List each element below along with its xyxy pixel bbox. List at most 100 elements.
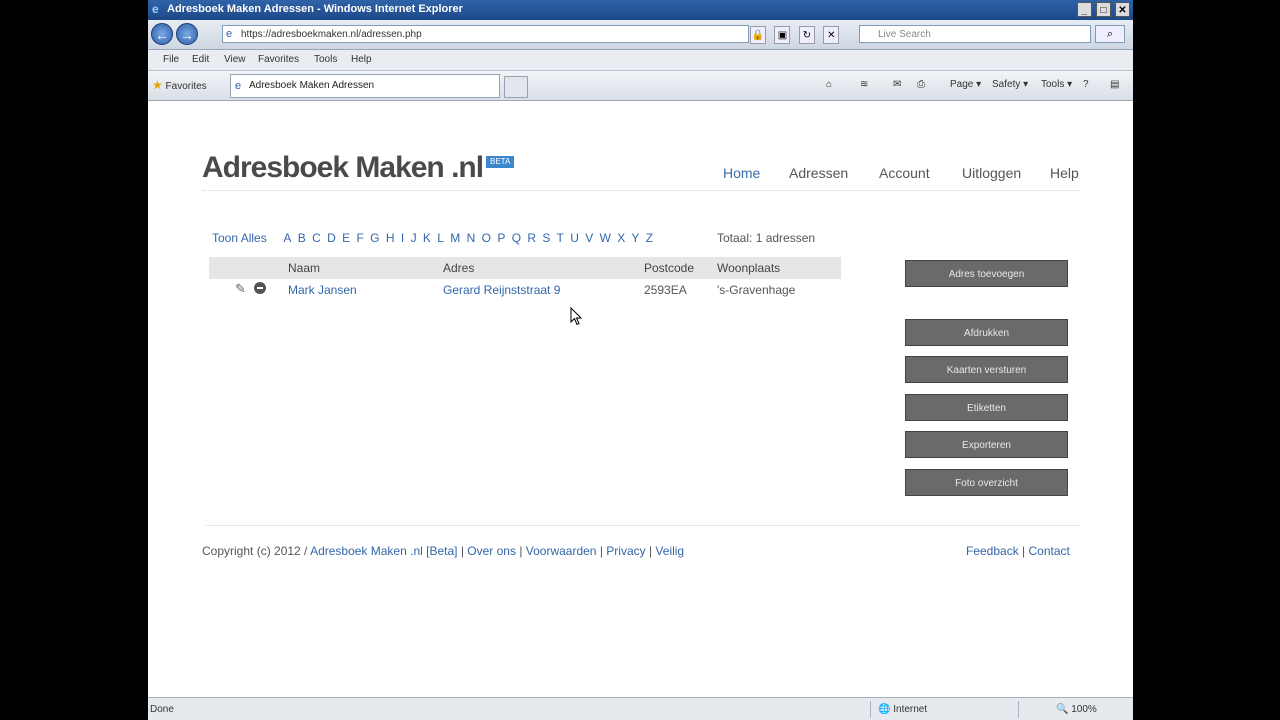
tools-menu[interactable]: Tools ▾ xyxy=(1041,79,1072,90)
url-text: https://adresboekmaken.nl/adressen.php xyxy=(241,29,422,40)
nav-adressen[interactable]: Adressen xyxy=(789,165,848,181)
browser-window: e Adresboek Maken Adressen - Windows Int… xyxy=(148,0,1133,720)
letter-link[interactable]: I xyxy=(401,231,404,245)
letter-link[interactable]: S xyxy=(542,231,550,245)
zoom-control[interactable]: 🔍 100% xyxy=(1056,704,1097,715)
compatibility-icon[interactable]: ▣ xyxy=(774,26,791,44)
menu-edit[interactable]: Edit xyxy=(192,54,209,65)
letter-link[interactable]: V xyxy=(585,231,593,245)
minimize-button[interactable]: _ xyxy=(1076,2,1092,17)
add-address-button[interactable]: Adres toevoegen xyxy=(905,260,1068,287)
footer-link-privacy[interactable]: Privacy xyxy=(606,544,645,558)
menu-help[interactable]: Help xyxy=(351,54,372,65)
letter-link[interactable]: K xyxy=(423,231,431,245)
back-arrow-icon[interactable]: ← xyxy=(151,23,173,45)
close-button[interactable]: ✕ xyxy=(1115,2,1130,17)
footer-link-voorwaarden[interactable]: Voorwaarden xyxy=(526,544,597,558)
letter-link[interactable]: N xyxy=(467,231,476,245)
photo-overview-button[interactable]: Foto overzicht xyxy=(905,469,1068,496)
letter-link[interactable]: U xyxy=(570,231,579,245)
safety-menu[interactable]: Safety ▾ xyxy=(992,79,1028,90)
tab-active[interactable]: e Adresboek Maken Adressen xyxy=(230,74,500,98)
letter-link[interactable]: D xyxy=(327,231,336,245)
new-tab-button[interactable] xyxy=(504,76,528,98)
forward-arrow-icon[interactable]: → xyxy=(176,23,198,45)
search-icon[interactable]: ⌕ xyxy=(1095,25,1125,43)
print-icon[interactable]: ⎙ xyxy=(917,79,925,90)
cell-naam[interactable]: Mark Jansen xyxy=(288,283,357,297)
letter-link[interactable]: R xyxy=(527,231,536,245)
header-divider xyxy=(202,190,1079,191)
footer-link-contact[interactable]: Contact xyxy=(1029,544,1070,558)
letter-link[interactable]: Y xyxy=(631,231,639,245)
footer-link-home[interactable]: Adresboek Maken .nl [Beta] xyxy=(310,544,457,558)
show-all-link[interactable]: Toon Alles xyxy=(212,231,267,245)
menu-favorites[interactable]: Favorites xyxy=(258,54,299,65)
letter-link[interactable]: E xyxy=(342,231,350,245)
footer-link-feedback[interactable]: Feedback xyxy=(966,544,1019,558)
menu-view[interactable]: View xyxy=(224,54,246,65)
stop-icon[interactable]: ✕ xyxy=(823,26,840,44)
nav-uitloggen[interactable]: Uitloggen xyxy=(962,165,1021,181)
header-adres: Adres xyxy=(443,261,475,275)
delete-icon[interactable] xyxy=(254,282,266,294)
letter-link[interactable]: Z xyxy=(646,231,653,245)
letter-link[interactable]: X xyxy=(617,231,625,245)
mouse-cursor-icon xyxy=(570,306,584,332)
export-button[interactable]: Exporteren xyxy=(905,431,1068,458)
letter-link[interactable]: O xyxy=(482,231,491,245)
header-naam: Naam xyxy=(288,261,321,275)
site-logo[interactable]: Adresboek Maken .nl xyxy=(202,151,484,185)
footer-right: Feedback | Contact xyxy=(966,544,1070,558)
favorites-button[interactable]: ★ Favorites xyxy=(152,78,207,92)
letter-link[interactable]: Q xyxy=(512,231,521,245)
letter-filter: Toon Alles A B C D E F G H I J K L M N O… xyxy=(212,231,656,245)
address-toolbar: ← → e https://adresboekmaken.nl/adressen… xyxy=(148,20,1133,50)
footer-link-over-ons[interactable]: Over ons xyxy=(467,544,516,558)
labels-button[interactable]: Etiketten xyxy=(905,394,1068,421)
lock-icon[interactable]: 🔒 xyxy=(750,26,766,44)
nav-account[interactable]: Account xyxy=(879,165,930,181)
cell-adres[interactable]: Gerard Reijnststraat 9 xyxy=(443,283,560,297)
letter-link[interactable]: W xyxy=(600,231,611,245)
letter-link[interactable]: F xyxy=(356,231,363,245)
copyright-text: Copyright (c) 2012 / xyxy=(202,544,311,558)
print-button[interactable]: Afdrukken xyxy=(905,319,1068,346)
title-bar: e Adresboek Maken Adressen - Windows Int… xyxy=(148,0,1133,20)
favorites-label: Favorites xyxy=(165,81,207,92)
letter-link[interactable]: P xyxy=(497,231,505,245)
letter-link[interactable]: L xyxy=(437,231,444,245)
help-icon[interactable]: ? xyxy=(1083,79,1089,90)
send-cards-button[interactable]: Kaarten versturen xyxy=(905,356,1068,383)
edit-pencil-icon[interactable]: ✎ xyxy=(235,281,246,297)
nav-help[interactable]: Help xyxy=(1050,165,1079,181)
ie-icon: e xyxy=(152,2,159,16)
zone-text: 🌐 Internet xyxy=(878,704,928,715)
menu-tools[interactable]: Tools xyxy=(314,54,337,65)
nav-home[interactable]: Home xyxy=(723,165,760,181)
letter-link[interactable]: T xyxy=(557,231,564,245)
home-icon[interactable]: ⌂ xyxy=(826,79,832,90)
letter-link[interactable]: C xyxy=(312,231,321,245)
letter-link[interactable]: B xyxy=(298,231,306,245)
search-input[interactable]: Live Search xyxy=(859,25,1091,43)
status-text: Done xyxy=(150,704,174,715)
letter-link[interactable]: J xyxy=(411,231,417,245)
footer-link-veilig[interactable]: Veilig xyxy=(655,544,684,558)
letter-link[interactable]: M xyxy=(450,231,460,245)
letter-link[interactable]: A xyxy=(283,231,291,245)
letter-link[interactable]: G xyxy=(370,231,379,245)
address-input[interactable]: e https://adresboekmaken.nl/adressen.php xyxy=(222,25,749,43)
menu-file[interactable]: File xyxy=(163,54,179,65)
page-icon: e xyxy=(226,28,233,40)
page-menu[interactable]: Page ▾ xyxy=(950,79,981,90)
status-divider xyxy=(1018,701,1019,718)
refresh-icon[interactable]: ↻ xyxy=(798,26,815,44)
mail-icon[interactable]: ✉ xyxy=(893,79,901,90)
window-title: Adresboek Maken Adressen - Windows Inter… xyxy=(167,3,463,15)
maximize-button[interactable]: □ xyxy=(1095,2,1111,17)
feeds-icon[interactable]: ≋ xyxy=(860,79,868,90)
research-icon[interactable]: ▤ xyxy=(1110,79,1119,90)
letter-link[interactable]: H xyxy=(386,231,395,245)
tab-page-icon: e xyxy=(235,80,242,92)
